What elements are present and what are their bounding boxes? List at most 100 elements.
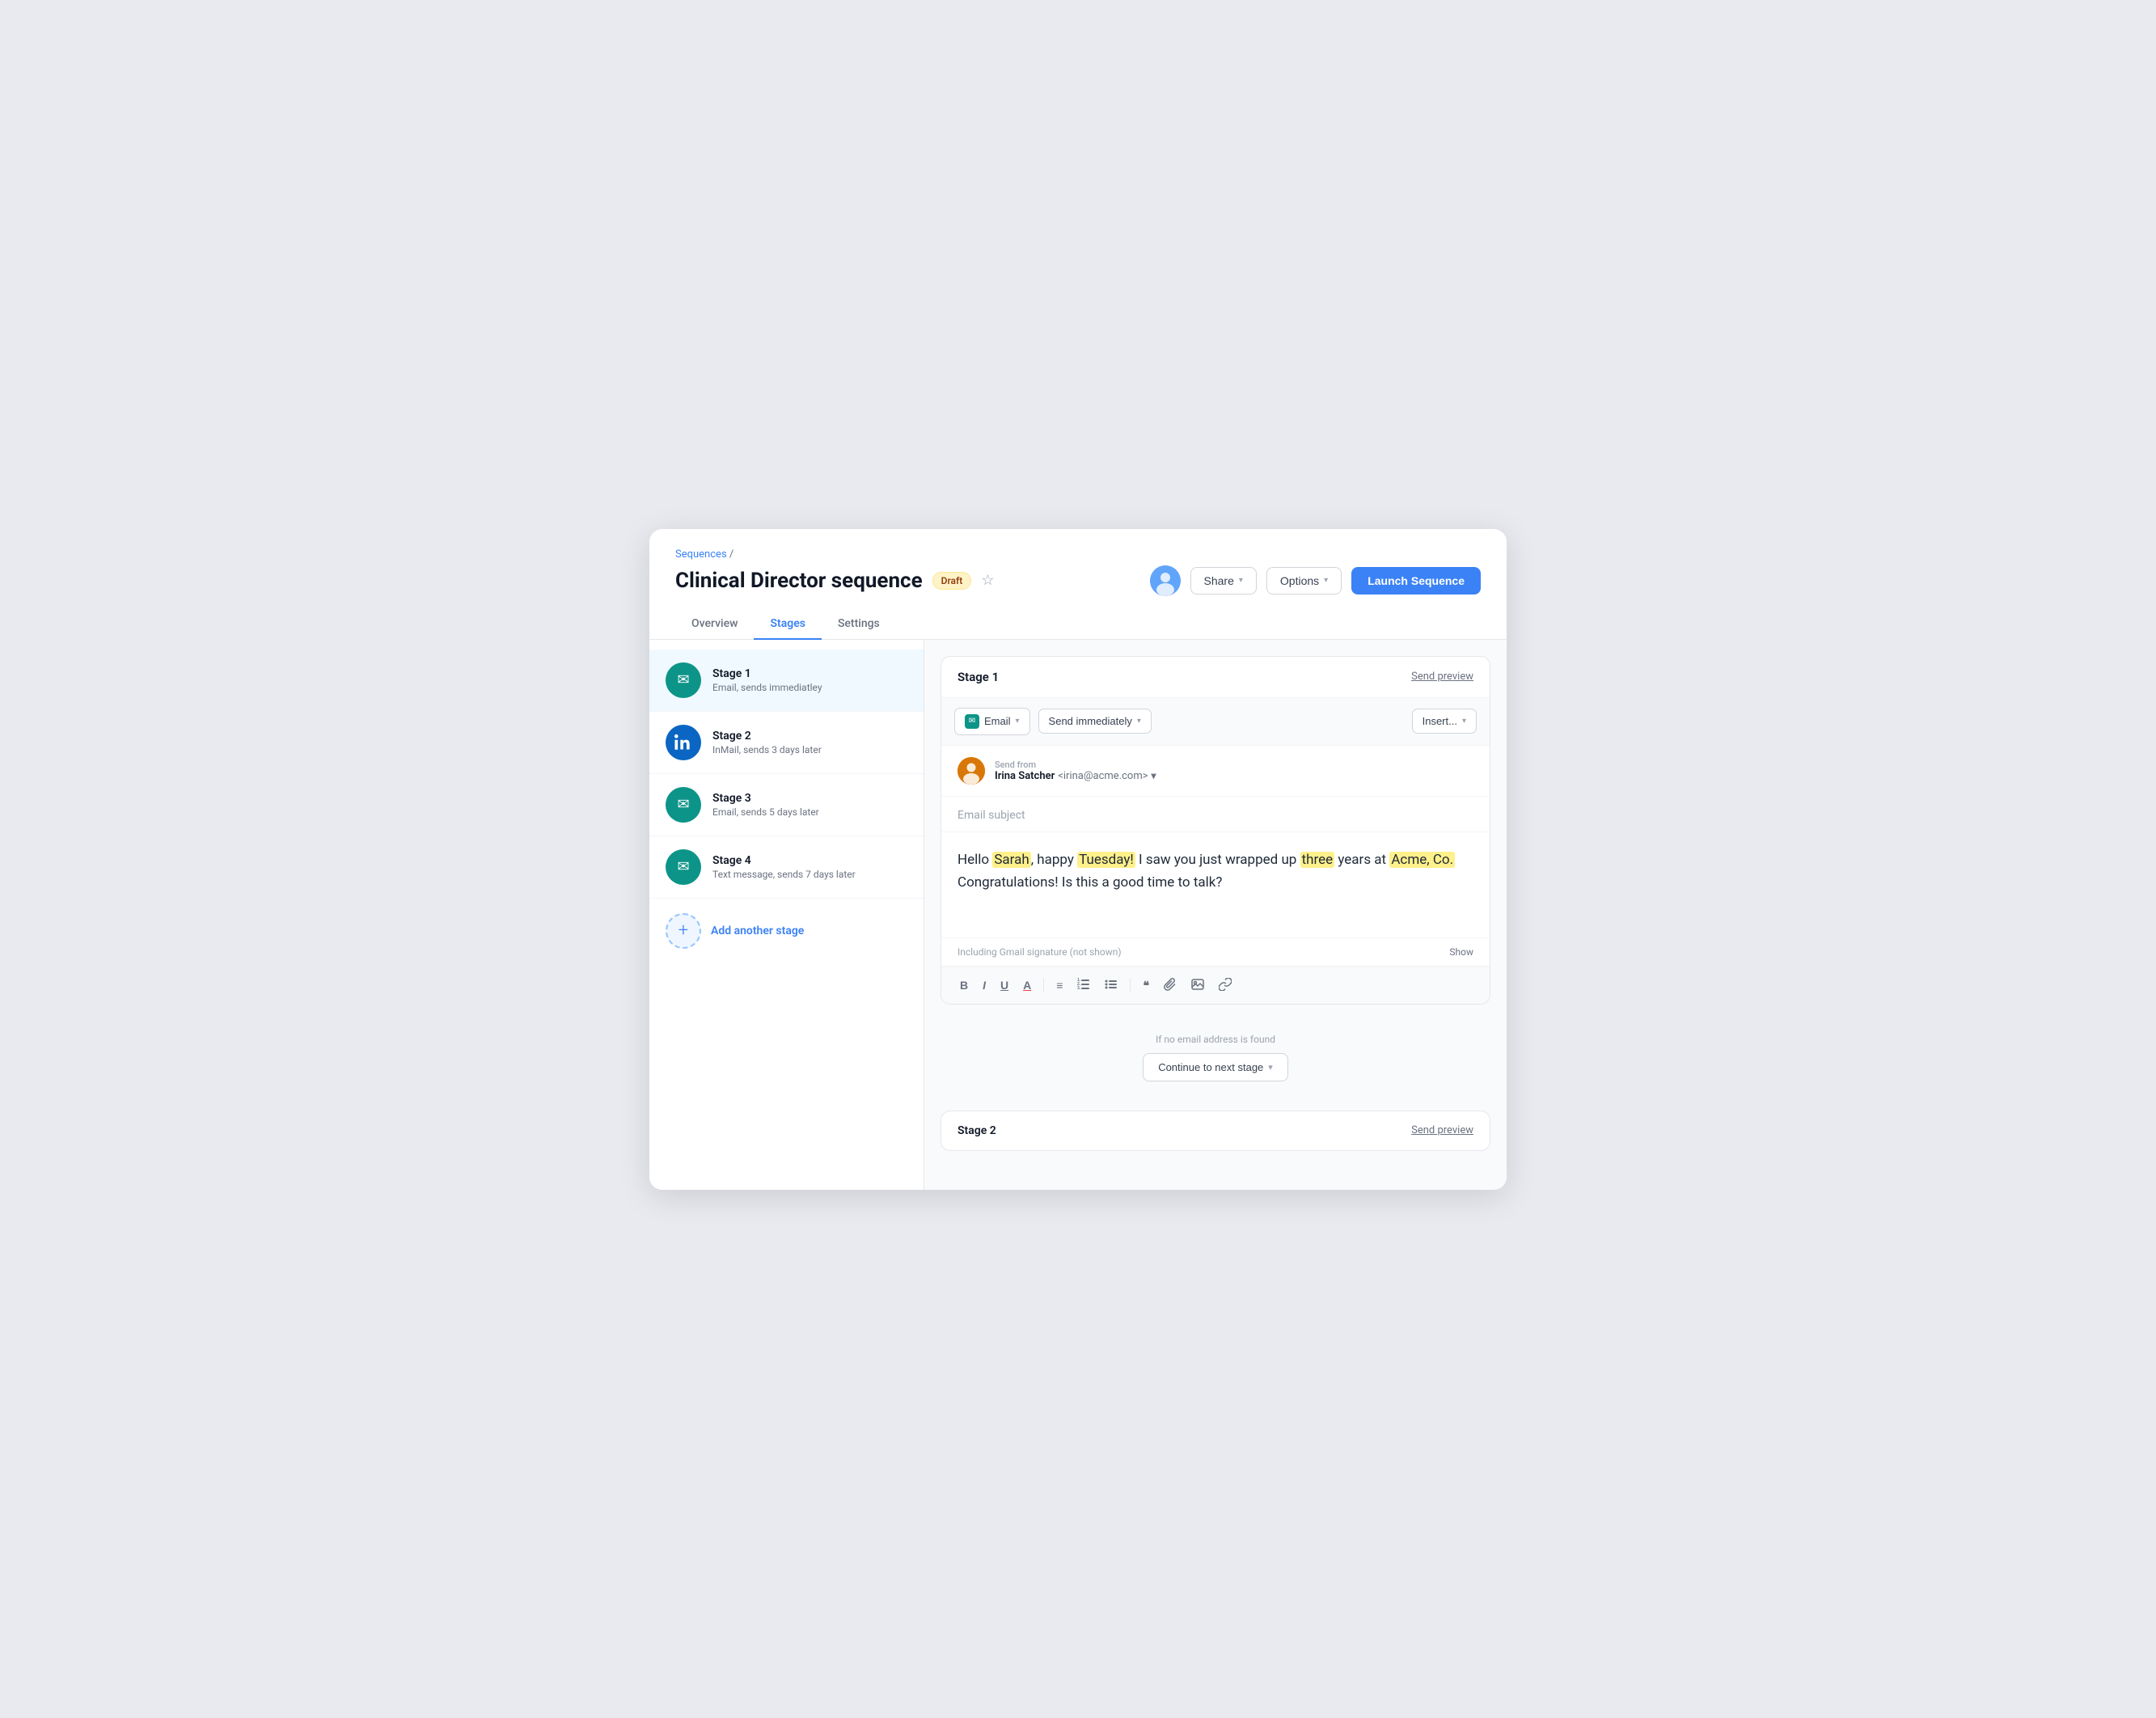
stage-3-name: Stage 3 (712, 792, 819, 805)
sender-label: Send from (995, 760, 1156, 770)
main-card: Sequences / Clinical Director sequence D… (649, 529, 1507, 1190)
share-chevron-icon: ▾ (1239, 576, 1243, 585)
send-preview-link[interactable]: Send preview (1411, 671, 1473, 683)
format-image-button[interactable] (1186, 974, 1210, 997)
continue-next-stage-button[interactable]: Continue to next stage ▾ (1143, 1053, 1288, 1081)
sender-avatar (958, 757, 985, 785)
options-button[interactable]: Options ▾ (1266, 567, 1342, 595)
signature-bar: Including Gmail signature (not shown) Sh… (941, 937, 1490, 967)
sidebar-stage-2[interactable]: Stage 2 InMail, sends 3 days later (649, 712, 924, 774)
format-bold-button[interactable]: B (954, 975, 974, 996)
stage-2-preview-title: Stage 2 (958, 1124, 996, 1137)
no-email-section: If no email address is found Continue to… (941, 1021, 1490, 1094)
email-type-chevron-icon: ▾ (1016, 717, 1020, 726)
format-unordered-list-button[interactable] (1099, 974, 1123, 997)
toolbar-left: ✉ Email ▾ Send immediately ▾ (954, 708, 1152, 735)
stage-3-icon: ✉ (666, 787, 701, 823)
format-link-button[interactable] (1213, 974, 1237, 997)
stage-1-text: Stage 1 Email, sends immediatley (712, 667, 822, 693)
options-chevron-icon: ▾ (1324, 576, 1328, 585)
insert-chevron-icon: ▾ (1462, 717, 1466, 726)
launch-sequence-button[interactable]: Launch Sequence (1351, 567, 1481, 595)
email-body[interactable]: Hello Sarah, happy Tuesday! I saw you ju… (941, 832, 1490, 929)
format-color-button[interactable]: A (1017, 975, 1037, 996)
sender-name: Irina Satcher <irina@acme.com> ▾ (995, 770, 1156, 782)
stage-3-desc: Email, sends 5 days later (712, 806, 819, 818)
format-divider-2 (1130, 978, 1131, 992)
body-layout: ✉ Stage 1 Email, sends immediatley Stage… (649, 640, 1507, 1190)
stage-3-text: Stage 3 Email, sends 5 days later (712, 792, 819, 818)
email-type-icon: ✉ (965, 714, 979, 729)
add-stage-icon: + (666, 913, 701, 949)
sidebar-stage-3[interactable]: ✉ Stage 3 Email, sends 5 days later (649, 774, 924, 836)
sender-info: Send from Irina Satcher <irina@acme.com>… (995, 760, 1156, 782)
subject-row[interactable]: Email subject (941, 797, 1490, 832)
format-italic-button[interactable]: I (977, 975, 991, 996)
highlight-acme: Acme, Co. (1389, 852, 1455, 868)
continue-chevron-icon: ▾ (1268, 1062, 1273, 1073)
tab-settings[interactable]: Settings (822, 609, 896, 640)
tab-overview[interactable]: Overview (675, 609, 754, 640)
format-quote-button[interactable]: ❝ (1137, 975, 1155, 997)
stage-1-icon: ✉ (666, 662, 701, 698)
stage-panel-header: Stage 1 Send preview (941, 657, 1490, 698)
sender-row: Send from Irina Satcher <irina@acme.com>… (941, 746, 1490, 797)
stage-2-preview: Stage 2 Send preview (941, 1111, 1490, 1151)
tabs: Overview Stages Settings (675, 609, 1481, 639)
format-align-button[interactable]: ≡ (1051, 975, 1068, 996)
stage-4-desc: Text message, sends 7 days later (712, 869, 856, 880)
add-stage-label: Add another stage (711, 925, 804, 937)
stage-2-text: Stage 2 InMail, sends 3 days later (712, 730, 822, 755)
compose-toolbar: ✉ Email ▾ Send immediately ▾ Insert... ▾ (941, 698, 1490, 746)
stage-4-text: Stage 4 Text message, sends 7 days later (712, 854, 856, 880)
subject-placeholder: Email subject (958, 809, 1025, 822)
tab-stages[interactable]: Stages (754, 609, 821, 640)
header: Sequences / Clinical Director sequence D… (649, 529, 1507, 640)
svg-text:3.: 3. (1077, 986, 1081, 991)
main-content: Stage 1 Send preview ✉ Email ▾ Send imme… (924, 640, 1507, 1190)
sidebar-stage-4[interactable]: ✉ Stage 4 Text message, sends 7 days lat… (649, 836, 924, 899)
show-signature-link[interactable]: Show (1449, 946, 1473, 958)
stage-4-icon: ✉ (666, 849, 701, 885)
stage-2-desc: InMail, sends 3 days later (712, 744, 822, 755)
stage-1-desc: Email, sends immediatley (712, 682, 822, 693)
stage-1-name: Stage 1 (712, 667, 822, 680)
send-timing-chevron-icon: ▾ (1137, 717, 1141, 726)
breadcrumb-separator: / (729, 548, 733, 561)
sender-chevron-icon[interactable]: ▾ (1152, 770, 1156, 781)
stage-2-send-preview-link[interactable]: Send preview (1411, 1124, 1473, 1136)
format-divider-1 (1043, 978, 1044, 992)
stage-panel-title: Stage 1 (958, 670, 999, 684)
draft-badge: Draft (932, 572, 972, 590)
sender-email: <irina@acme.com> (1058, 770, 1148, 782)
breadcrumb-link[interactable]: Sequences (675, 548, 727, 561)
email-body-text: Hello Sarah, happy Tuesday! I saw you ju… (958, 848, 1473, 894)
signature-label: Including Gmail signature (not shown) (958, 946, 1122, 958)
header-actions: Share ▾ Options ▾ Launch Sequence (1150, 565, 1481, 596)
page-title: Clinical Director sequence (675, 569, 923, 593)
avatar (1150, 565, 1181, 596)
email-type-dropdown[interactable]: ✉ Email ▾ (954, 708, 1030, 735)
format-ordered-list-button[interactable]: 1. 2. 3. (1072, 974, 1096, 997)
sidebar: ✉ Stage 1 Email, sends immediatley Stage… (649, 640, 924, 1190)
share-button[interactable]: Share ▾ (1190, 567, 1257, 595)
sidebar-stage-1[interactable]: ✉ Stage 1 Email, sends immediatley (649, 650, 924, 712)
highlight-tuesday: Tuesday! (1077, 852, 1135, 868)
no-email-label: If no email address is found (957, 1034, 1474, 1045)
title-row: Clinical Director sequence Draft ☆ Share… (675, 565, 1481, 596)
format-underline-button[interactable]: U (995, 975, 1014, 996)
title-left: Clinical Director sequence Draft ☆ (675, 569, 994, 593)
stage-2-name: Stage 2 (712, 730, 822, 743)
highlight-three: three (1300, 852, 1335, 868)
star-icon[interactable]: ☆ (981, 572, 994, 589)
format-attachment-button[interactable] (1158, 974, 1182, 997)
stage-1-panel: Stage 1 Send preview ✉ Email ▾ Send imme… (941, 656, 1490, 1005)
insert-button[interactable]: Insert... ▾ (1412, 709, 1477, 734)
highlight-sarah: Sarah (992, 852, 1030, 868)
breadcrumb: Sequences / (675, 548, 1481, 561)
format-toolbar: B I U A ≡ 1. 2. 3. (941, 967, 1490, 1004)
stage-4-name: Stage 4 (712, 854, 856, 867)
add-stage-button[interactable]: + Add another stage (649, 899, 924, 963)
send-timing-dropdown[interactable]: Send immediately ▾ (1038, 709, 1152, 734)
stage-2-icon (666, 725, 701, 760)
